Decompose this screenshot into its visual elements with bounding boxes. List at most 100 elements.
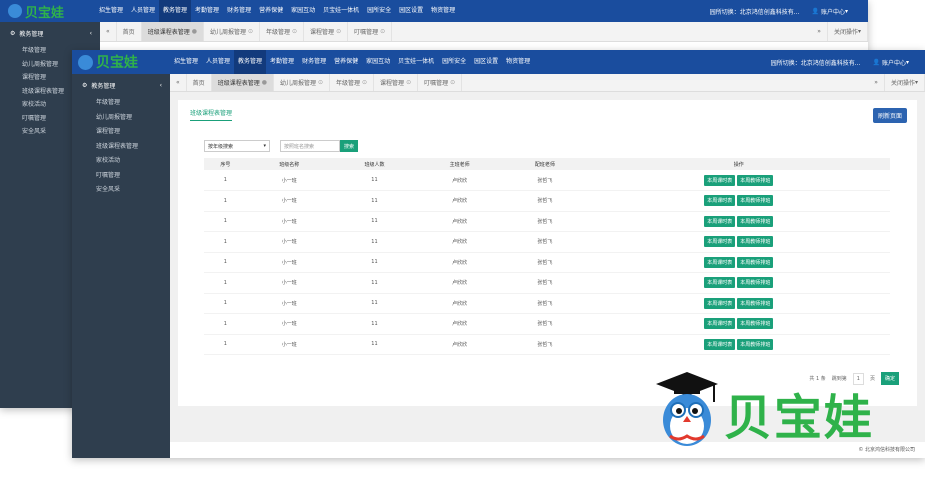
tab-item[interactable]: 课程管理 ⊙: [304, 22, 349, 41]
tab-item[interactable]: 课程管理 ⊙: [374, 74, 419, 91]
sidebar-item[interactable]: 课程管理: [72, 125, 170, 140]
close-operations[interactable]: 关闭操作 ▾: [828, 22, 868, 41]
weekly-schedule-button[interactable]: 本周课时表: [704, 215, 736, 227]
table-row: 1 小一班 11 卢欣欣 张哲飞 本周课时表 本周教师排班: [204, 313, 890, 335]
teacher-shift-button[interactable]: 本周教师排班: [737, 256, 774, 268]
nav-item[interactable]: 教务管理: [234, 50, 267, 74]
class-search-input[interactable]: 按照班名搜索: [280, 140, 340, 152]
sidebar-head[interactable]: ⚙ 教务管理 ‹: [72, 74, 170, 96]
weekly-schedule-button[interactable]: 本周课时表: [704, 277, 736, 289]
top-nav: 贝宝娃 招生管理 人员管理 教务管理 考勤管理 财务管理 营养保健 家园互动 贝宝娃一体机 园所…: [0, 0, 868, 22]
tab-item[interactable]: 年级管理 ⊙: [260, 22, 305, 41]
teacher-shift-button[interactable]: 本周教师排班: [737, 297, 774, 309]
weekly-schedule-button[interactable]: 本周课时表: [704, 174, 736, 186]
tab-item[interactable]: 班级课程表管理 ●: [141, 22, 204, 41]
tab-scroll-left-icon[interactable]: «: [170, 74, 187, 91]
weekly-schedule-button[interactable]: 本周课时表: [704, 297, 736, 309]
tab-home[interactable]: 首页: [117, 22, 142, 41]
table-cell: 11: [331, 231, 418, 253]
close-icon[interactable]: ⊙: [292, 28, 297, 35]
tab-item[interactable]: 年级管理 ⊙: [330, 74, 375, 91]
tab-item[interactable]: 幼儿周报管理 ⊙: [274, 74, 330, 91]
weekly-schedule-button[interactable]: 本周课时表: [704, 236, 736, 248]
weekly-schedule-button[interactable]: 本周课时表: [704, 195, 736, 207]
tab-scroll-left-icon[interactable]: «: [100, 22, 117, 41]
nav-item[interactable]: 财务管理: [223, 0, 255, 22]
table-cell: 卢欣欣: [417, 170, 503, 191]
nav-item[interactable]: 园所安全: [438, 50, 470, 74]
teacher-shift-button[interactable]: 本周教师排班: [737, 277, 774, 289]
sidebar-item[interactable]: 年级管理: [72, 96, 170, 111]
nav-item[interactable]: 财务管理: [298, 50, 330, 74]
table-header-row: 序号 班级名称 班级人数 主班老师 配班老师 操作: [204, 158, 890, 170]
nav-item[interactable]: 家园互动: [287, 0, 319, 22]
panel-title: 班级课程表管理: [190, 108, 233, 121]
account-center[interactable]: 账户中心: [821, 7, 845, 16]
sidebar-item[interactable]: 家校活动: [72, 154, 170, 169]
top-nav: 贝宝娃 招生管理 人员管理 教务管理 考勤管理 财务管理 营养保健 家园互动 贝宝娃一体机 园所…: [72, 50, 925, 74]
nav-item[interactable]: 物资管理: [427, 0, 459, 22]
nav-item[interactable]: 贝宝娃一体机: [394, 50, 438, 74]
weekly-schedule-button[interactable]: 本周课时表: [704, 318, 736, 330]
weekly-schedule-button[interactable]: 本周课时表: [704, 256, 736, 268]
nav-item[interactable]: 物资管理: [502, 50, 534, 74]
nav-item[interactable]: 营养保健: [330, 50, 362, 74]
nav-item[interactable]: 营养保健: [255, 0, 287, 22]
nav-item[interactable]: 考勤管理: [266, 50, 298, 74]
close-operations[interactable]: 关闭操作 ▾: [885, 74, 925, 91]
search-button[interactable]: 搜索: [340, 140, 359, 152]
refresh-button[interactable]: 刷新页面: [872, 108, 907, 123]
nav-item[interactable]: 园区设置: [470, 50, 502, 74]
nav-item[interactable]: 家园互动: [362, 50, 394, 74]
weekly-schedule-button[interactable]: 本周课时表: [704, 338, 736, 350]
grade-select[interactable]: 按年级搜索 ▾: [204, 140, 270, 152]
tab-item[interactable]: 幼儿周报管理 ⊙: [204, 22, 260, 41]
close-icon[interactable]: ⊙: [406, 79, 411, 86]
close-icon[interactable]: ⊙: [362, 79, 367, 86]
table-cell: 小一班: [246, 252, 332, 273]
tab-item[interactable]: 叮嘱管理 ⊙: [348, 22, 393, 41]
close-icon[interactable]: ⊙: [248, 28, 253, 35]
sidebar-head[interactable]: ⚙ 教务管理 ‹: [0, 22, 100, 44]
teacher-shift-button[interactable]: 本周教师排班: [737, 215, 774, 227]
nav-item[interactable]: 园所安全: [363, 0, 395, 22]
tab-home[interactable]: 首页: [187, 74, 212, 91]
brand-name: 贝宝娃: [96, 55, 138, 71]
nav-item[interactable]: 招生管理: [170, 50, 202, 74]
class-table: 序号 班级名称 班级人数 主班老师 配班老师 操作 1 小一班 11 卢欣欣 张哲飞 本周课时表 本周…: [204, 158, 890, 355]
right-info: 园所切换：北京鸿信创鑫科技有... 👤 账户中心 ▾: [710, 7, 868, 16]
campus-switch[interactable]: 园所切换：北京鸿信创鑫科技有...: [771, 58, 861, 67]
table-cell: 11: [331, 272, 418, 294]
nav-item[interactable]: 招生管理: [95, 0, 127, 22]
tab-item[interactable]: 班级课程表管理 ●: [211, 74, 274, 91]
teacher-shift-button[interactable]: 本周教师排班: [737, 174, 774, 186]
sidebar-item[interactable]: 叮嘱管理: [72, 169, 170, 184]
nav-item[interactable]: 人员管理: [202, 50, 234, 74]
tab-item[interactable]: 叮嘱管理 ⊙: [418, 74, 463, 91]
teacher-shift-button[interactable]: 本周教师排班: [737, 195, 774, 207]
teacher-shift-button[interactable]: 本周教师排班: [737, 236, 774, 248]
close-icon[interactable]: ⊙: [318, 79, 323, 86]
close-icon[interactable]: ●: [192, 28, 197, 35]
nav-item[interactable]: 人员管理: [127, 0, 159, 22]
close-icon[interactable]: ●: [262, 79, 267, 86]
table-cell: 卢欣欣: [417, 252, 503, 273]
account-center[interactable]: 账户中心: [882, 58, 906, 67]
sidebar-item[interactable]: 班级课程表管理: [72, 140, 170, 155]
close-icon[interactable]: ⊙: [336, 28, 341, 35]
teacher-shift-button[interactable]: 本周教师排班: [737, 318, 774, 330]
sidebar: ⚙ 教务管理 ‹ 年级管理 幼儿周报管理 课程管理 班级课程表管理 家校活动 叮嘱管理 安全…: [72, 74, 170, 458]
tab-scroll-right-icon[interactable]: »: [868, 74, 885, 91]
sidebar-item[interactable]: 安全风采: [72, 183, 170, 198]
tab-scroll-right-icon[interactable]: »: [811, 22, 828, 41]
campus-switch[interactable]: 园所切换：北京鸿信创鑫科技有...: [710, 7, 800, 16]
teacher-shift-button[interactable]: 本周教师排班: [737, 338, 774, 350]
close-icon[interactable]: ⊙: [450, 79, 455, 86]
nav-item[interactable]: 教务管理: [159, 0, 192, 22]
sidebar-item[interactable]: 幼儿周报管理: [72, 111, 170, 126]
close-icon[interactable]: ⊙: [380, 28, 385, 35]
column-header: 序号: [204, 158, 247, 170]
nav-item[interactable]: 考勤管理: [191, 0, 223, 22]
nav-item[interactable]: 贝宝娃一体机: [319, 0, 363, 22]
nav-item[interactable]: 园区设置: [395, 0, 427, 22]
